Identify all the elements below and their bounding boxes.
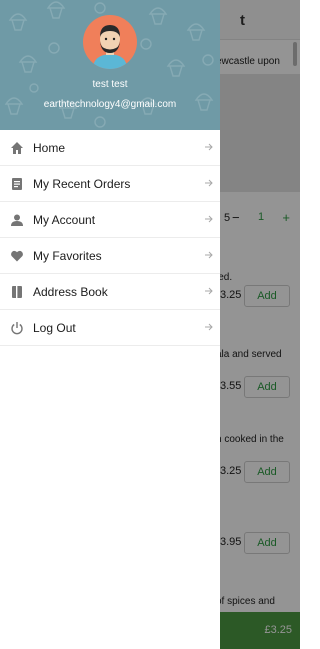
avatar[interactable]	[83, 15, 137, 69]
menu-item-account[interactable]: My Account	[0, 202, 220, 238]
drawer-header: test test earthtechnology4@gmail.com	[0, 0, 220, 130]
home-icon	[11, 142, 23, 154]
menu-item-recent-orders[interactable]: My Recent Orders	[0, 166, 220, 202]
orders-icon	[12, 178, 22, 190]
arrow-right-icon	[205, 323, 213, 331]
arrow-right-icon	[205, 251, 213, 259]
menu-item-label: My Account	[33, 213, 96, 227]
heart-icon	[11, 250, 23, 262]
user-name: test test	[92, 79, 128, 90]
power-icon	[11, 322, 23, 335]
menu-item-label: My Favorites	[33, 249, 102, 263]
arrow-right-icon	[205, 179, 213, 187]
navigation-drawer: test test earthtechnology4@gmail.com Hom…	[0, 0, 220, 649]
arrow-right-icon	[205, 215, 213, 223]
menu-item-label: Home	[33, 141, 66, 155]
menu-item-label: My Recent Orders	[33, 177, 131, 191]
menu-item-label: Address Book	[33, 285, 108, 299]
book-icon	[12, 286, 22, 298]
avatar-person-icon	[93, 25, 127, 69]
arrow-right-icon	[205, 143, 213, 151]
menu-item-logout[interactable]: Log Out	[0, 310, 220, 346]
person-icon	[11, 214, 23, 226]
user-email: earthtechnology4@gmail.com	[43, 99, 177, 110]
arrow-right-icon	[205, 287, 213, 295]
menu-item-favorites[interactable]: My Favorites	[0, 238, 220, 274]
menu-item-address-book[interactable]: Address Book	[0, 274, 220, 310]
menu-item-home[interactable]: Home	[0, 130, 220, 166]
menu-item-label: Log Out	[33, 321, 76, 335]
drawer-menu: Home My Recent Orders My Account My Favo…	[0, 130, 220, 346]
